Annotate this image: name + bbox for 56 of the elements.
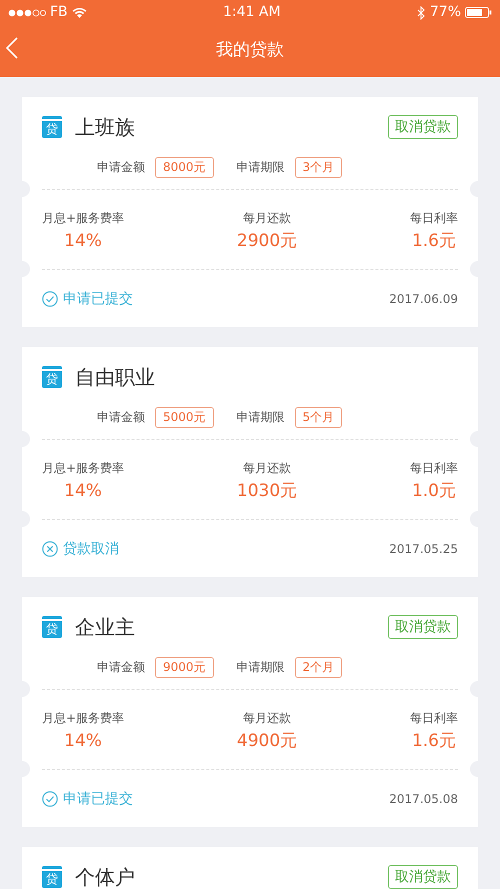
loan-title: 企业主 [75,614,135,641]
bluetooth-icon [416,6,426,20]
term-label: 申请期限 [236,409,285,426]
stat-value: 1.0元 [412,480,456,503]
stat-label: 月息+服务费率 [42,710,124,727]
loan-badge: 贷 [42,116,62,138]
status-text: 申请已提交 [63,790,133,808]
stat-value: 14% [64,730,102,753]
stat-value: 14% [64,480,102,503]
cancel-loan-button[interactable]: 取消贷款 [388,865,458,889]
amount-tag: 8000元 [155,156,214,178]
loan-date: 2017.05.25 [389,541,458,558]
loan-title: 个体户 [75,864,135,889]
cancel-loan-button[interactable]: 取消贷款 [388,615,458,639]
loan-badge: 贷 [42,866,62,888]
amount-label: 申请金额 [97,409,145,426]
cancel-loan-button[interactable]: 取消贷款 [388,115,458,139]
loan-date: 2017.05.08 [389,791,458,808]
battery-percent: 77% [430,3,461,22]
term-tag: 3个月 [294,156,342,178]
term-tag: 5个月 [294,406,342,428]
stat-value: 1.6元 [412,230,456,253]
stat-label: 月息+服务费率 [42,460,124,477]
stat-label: 每日利率 [410,460,458,477]
term-label: 申请期限 [236,659,285,676]
amount-label: 申请金额 [97,659,145,676]
amount-label: 申请金额 [97,159,145,176]
stat-label: 每月还款 [243,710,292,727]
status-text: 贷款取消 [63,540,119,558]
loan-date: 2017.06.09 [389,291,458,308]
loan-badge: 贷 [42,366,62,388]
loan-title: 上班族 [75,114,135,141]
stat-value: 4900元 [236,730,298,753]
battery-icon [465,7,492,18]
status-text: 申请已提交 [63,290,133,308]
stat-value: 1.6元 [412,730,456,753]
term-tag: 2个月 [294,656,342,678]
stat-value: 14% [64,230,102,253]
stat-label: 每日利率 [410,210,458,227]
stat-value: 2900元 [236,230,298,253]
amount-tag: 5000元 [155,406,214,428]
wifi-icon [72,7,87,18]
back-button[interactable] [6,37,18,59]
stat-label: 每月还款 [243,210,292,227]
stat-label: 每日利率 [410,710,458,727]
loan-badge: 贷 [42,616,62,638]
signal-icon [8,8,46,16]
stat-label: 月息+服务费率 [42,210,124,227]
page-title: 我的贷款 [216,39,284,62]
stat-value: 1030元 [236,480,298,503]
stat-label: 每月还款 [243,460,292,477]
amount-tag: 9000元 [155,656,214,678]
carrier-name: FB [50,3,68,22]
status-time: 1:41 AM [223,3,281,22]
loan-title: 自由职业 [75,364,155,391]
term-label: 申请期限 [236,159,285,176]
